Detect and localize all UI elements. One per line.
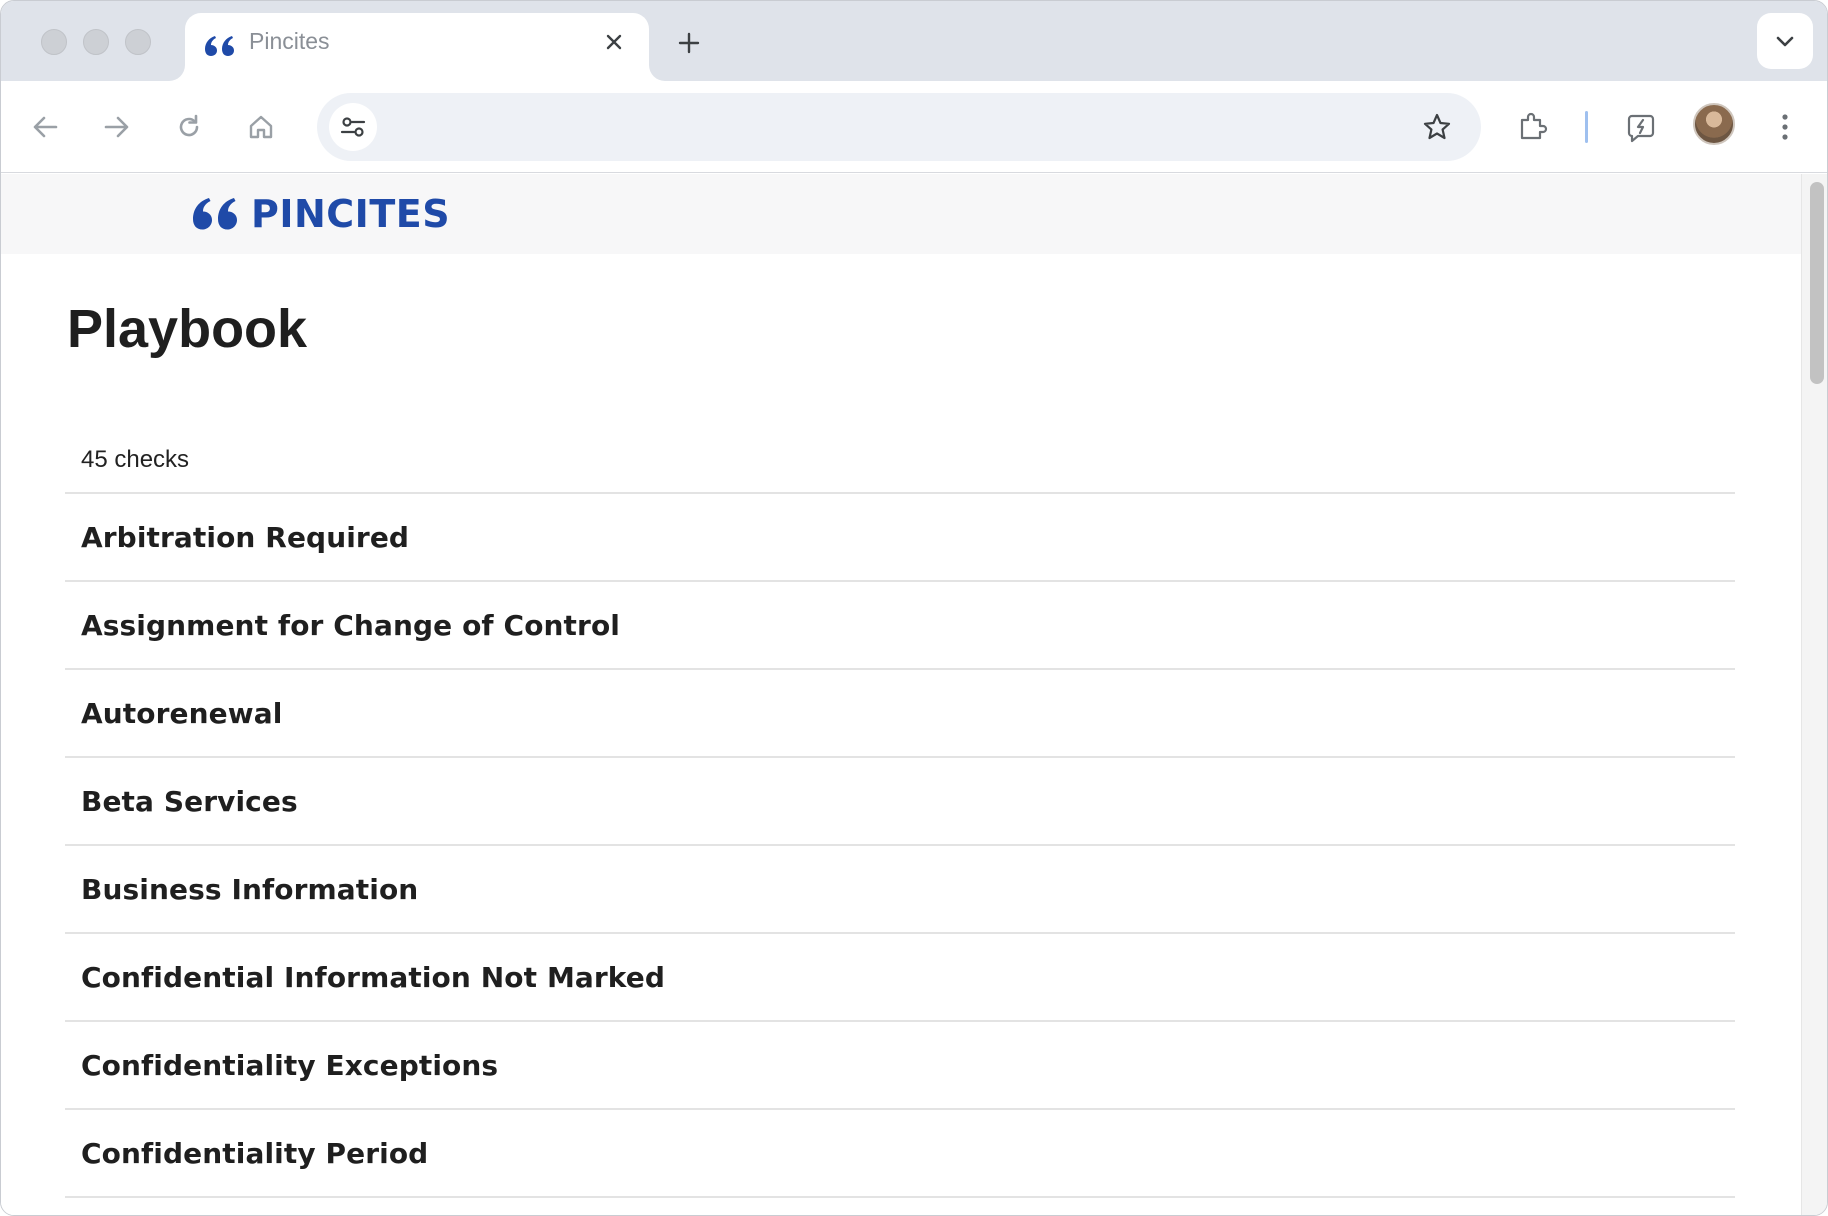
window-controls [41, 29, 151, 55]
reload-icon[interactable] [165, 103, 213, 151]
check-row[interactable]: Arbitration Required [65, 494, 1735, 582]
check-row[interactable]: Confidential Information Not Marked [65, 934, 1735, 1022]
tab-title: Pincites [249, 28, 330, 54]
pincites-logo[interactable]: PINCITES [191, 192, 451, 236]
profile-avatar[interactable] [1693, 103, 1735, 145]
checks-count: 45 checks [81, 446, 190, 473]
check-row[interactable]: Confidentiality Exceptions [65, 1022, 1735, 1110]
extensions-puzzle-icon[interactable] [1509, 103, 1557, 151]
check-name: Autorenewal [81, 696, 283, 730]
home-icon[interactable] [237, 103, 285, 151]
check-name: Confidentiality Period [81, 1136, 429, 1170]
check-name: Beta Services [81, 784, 298, 818]
check-name: Assignment for Change of Control [81, 608, 620, 642]
page-scrollbar[interactable] [1801, 174, 1827, 1215]
logo-text: PINCITES [251, 192, 451, 236]
page-viewport: PINCITES Playbook 45 checks Arbitration … [1, 174, 1801, 1215]
pincites-favicon-icon [203, 31, 237, 61]
bookmark-star-icon[interactable] [1417, 107, 1457, 147]
browser-toolbar [1, 81, 1827, 173]
check-row[interactable]: Business Information [65, 846, 1735, 934]
page-title: Playbook [67, 299, 308, 359]
tab-search-chevron-down-icon[interactable] [1757, 13, 1813, 69]
extension-app-icon[interactable] [1617, 103, 1665, 151]
zoom-window-button[interactable] [125, 29, 151, 55]
new-tab-plus-icon[interactable] [669, 23, 709, 63]
toolbar-separator [1585, 111, 1588, 143]
site-settings-tune-icon[interactable] [329, 103, 377, 151]
playbook-check-list: Arbitration Required Assignment for Chan… [65, 492, 1735, 1198]
close-tab-icon[interactable] [597, 25, 631, 59]
tab-pincites[interactable]: Pincites [185, 13, 649, 81]
browser-window: Pincites PINCITES Playbook 45 checks Arb… [0, 0, 1828, 1216]
forward-arrow-icon[interactable] [93, 103, 141, 151]
check-name: Arbitration Required [81, 520, 410, 554]
check-row[interactable]: Autorenewal [65, 670, 1735, 758]
back-arrow-icon[interactable] [21, 103, 69, 151]
close-window-button[interactable] [41, 29, 67, 55]
kebab-menu-icon[interactable] [1761, 103, 1809, 151]
check-name: Confidential Information Not Marked [81, 960, 666, 994]
check-row[interactable]: Confidentiality Period [65, 1110, 1735, 1198]
address-bar[interactable] [317, 93, 1481, 161]
check-name: Confidentiality Exceptions [81, 1048, 499, 1082]
check-name: Business Information [81, 872, 419, 906]
check-row[interactable]: Assignment for Change of Control [65, 582, 1735, 670]
tab-strip: Pincites [1, 1, 1827, 81]
url-input[interactable] [391, 103, 1371, 151]
check-row[interactable]: Beta Services [65, 758, 1735, 846]
site-header: PINCITES [1, 174, 1801, 254]
scrollbar-thumb[interactable] [1810, 182, 1824, 384]
minimize-window-button[interactable] [83, 29, 109, 55]
quote-mark-logo-icon [193, 198, 237, 230]
